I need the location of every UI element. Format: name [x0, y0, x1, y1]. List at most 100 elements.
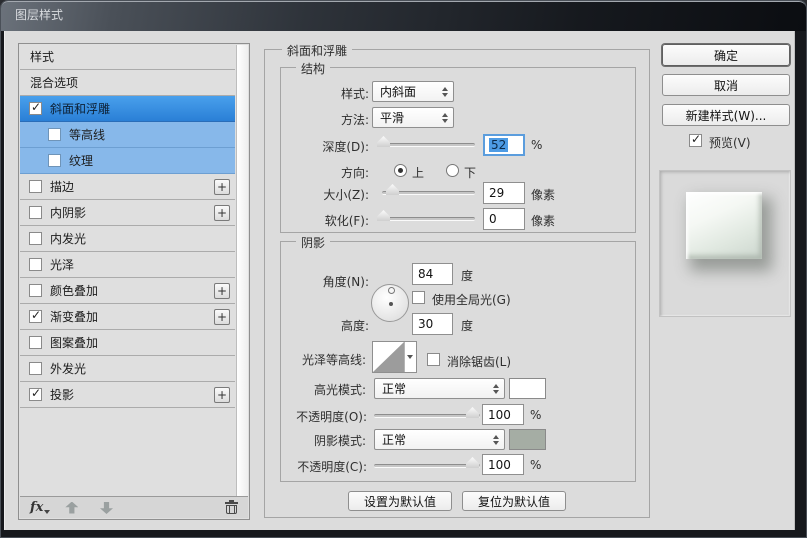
sidebar-item-label: 内阴影 — [50, 204, 86, 221]
depth-input[interactable]: 52 — [483, 134, 525, 156]
shadow-mode-value: 正常 — [382, 431, 406, 448]
sidebar-item-label: 外发光 — [50, 360, 86, 377]
plus-icon[interactable]: + — [214, 283, 230, 299]
title-bar[interactable]: 图层样式 — [1, 1, 806, 31]
checkbox-icon[interactable] — [48, 128, 61, 141]
sidebar-item-inner-shadow[interactable]: 内阴影 + — [20, 200, 235, 226]
cancel-button[interactable]: 取消 — [662, 74, 790, 96]
plus-icon[interactable]: + — [214, 309, 230, 325]
depth-unit: % — [531, 138, 542, 152]
antialias-checkbox[interactable] — [427, 353, 440, 366]
stepper-arrows-icon — [442, 113, 448, 123]
direction-up-radio[interactable] — [394, 164, 407, 177]
chevron-down-icon — [407, 355, 413, 359]
highlight-opacity-label: 不透明度(O): — [249, 408, 367, 425]
sidebar-item-bevel-emboss[interactable]: 斜面和浮雕 — [20, 96, 235, 122]
direction-down-radio[interactable] — [446, 164, 459, 177]
preview-panel — [659, 170, 791, 317]
shadow-opacity-value: 100 — [488, 458, 511, 472]
layer-style-dialog: 图层样式 样式 混合选项 斜面和浮雕 等高线 纹理 — [0, 0, 807, 538]
altitude-unit: 度 — [461, 317, 473, 334]
checkbox-icon[interactable] — [29, 284, 42, 297]
sidebar-item-styles[interactable]: 样式 — [20, 44, 235, 70]
fx-menu-icon[interactable]: fx — [30, 500, 43, 515]
sidebar-item-label: 图案叠加 — [50, 334, 98, 351]
size-input[interactable]: 29 — [483, 182, 525, 204]
checkbox-icon[interactable] — [29, 232, 42, 245]
delete-trash-icon[interactable] — [225, 500, 238, 514]
move-up-icon[interactable] — [65, 502, 78, 514]
soften-unit: 像素 — [531, 212, 555, 229]
angle-input[interactable]: 84 — [412, 263, 453, 285]
sidebar-item-drop-shadow[interactable]: 投影 + — [20, 382, 235, 408]
sidebar-item-pattern-overlay[interactable]: 图案叠加 — [20, 330, 235, 356]
preview-checkbox[interactable] — [689, 134, 702, 147]
sidebar-item-label: 纹理 — [69, 152, 93, 169]
technique-select[interactable]: 平滑 — [372, 107, 454, 128]
highlight-color-swatch[interactable] — [509, 378, 546, 399]
checkbox-icon[interactable] — [29, 180, 42, 193]
styles-list-scrollbar[interactable] — [236, 45, 248, 496]
highlight-mode-label: 高光模式: — [256, 381, 366, 398]
shadow-color-swatch[interactable] — [509, 429, 546, 450]
sidebar-item-contour[interactable]: 等高线 — [20, 122, 235, 148]
dialog-title: 图层样式 — [15, 8, 63, 22]
preview-label: 预览(V) — [709, 134, 751, 151]
direction-down-label: 下 — [464, 164, 476, 181]
shading-legend: 阴影 — [296, 234, 330, 251]
plus-icon[interactable]: + — [214, 205, 230, 221]
gloss-contour-picker[interactable] — [372, 341, 417, 373]
plus-icon[interactable]: + — [214, 387, 230, 403]
style-select[interactable]: 内斜面 — [372, 81, 454, 102]
soften-input[interactable]: 0 — [483, 208, 525, 230]
new-style-button[interactable]: 新建样式(W)... — [662, 104, 790, 126]
angle-dial[interactable] — [371, 284, 409, 322]
sidebar-item-stroke[interactable]: 描边 + — [20, 174, 235, 200]
global-light-checkbox[interactable] — [412, 291, 425, 304]
dial-center-dot — [389, 302, 393, 306]
checkbox-icon[interactable] — [29, 388, 42, 401]
dial-angle-marker[interactable] — [388, 287, 395, 294]
depth-value: 52 — [489, 138, 508, 152]
highlight-mode-value: 正常 — [382, 380, 406, 397]
reset-default-button[interactable]: 复位为默认值 — [462, 491, 566, 511]
highlight-opacity-input[interactable]: 100 — [482, 404, 524, 425]
panel-title: 斜面和浮雕 — [282, 42, 352, 59]
size-label: 大小(Z): — [259, 186, 369, 203]
soften-value: 0 — [489, 212, 497, 226]
structure-legend: 结构 — [296, 60, 330, 77]
checkbox-icon[interactable] — [48, 154, 61, 167]
move-down-icon[interactable] — [100, 502, 113, 514]
sidebar-item-label: 颜色叠加 — [50, 282, 98, 299]
sidebar-item-color-overlay[interactable]: 颜色叠加 + — [20, 278, 235, 304]
highlight-opacity-slider[interactable] — [374, 414, 480, 418]
make-default-button[interactable]: 设置为默认值 — [348, 491, 452, 511]
checkbox-icon[interactable] — [29, 102, 42, 115]
sidebar-item-blending-options[interactable]: 混合选项 — [20, 70, 235, 96]
highlight-mode-select[interactable]: 正常 — [374, 378, 505, 399]
sidebar-item-inner-glow[interactable]: 内发光 — [20, 226, 235, 252]
sidebar-item-label: 斜面和浮雕 — [50, 100, 110, 117]
checkbox-icon[interactable] — [29, 310, 42, 323]
shadow-mode-select[interactable]: 正常 — [374, 429, 505, 450]
gloss-contour-label: 光泽等高线: — [256, 351, 366, 368]
checkbox-icon[interactable] — [29, 206, 42, 219]
depth-slider[interactable] — [382, 143, 475, 147]
soften-slider[interactable] — [382, 217, 475, 221]
sidebar-item-label: 内发光 — [50, 230, 86, 247]
sidebar-item-texture[interactable]: 纹理 — [20, 148, 235, 174]
sidebar-item-gradient-overlay[interactable]: 渐变叠加 + — [20, 304, 235, 330]
altitude-label: 高度: — [259, 317, 369, 334]
checkbox-icon[interactable] — [29, 258, 42, 271]
shadow-opacity-input[interactable]: 100 — [482, 454, 524, 475]
shadow-opacity-slider[interactable] — [374, 464, 480, 468]
altitude-input[interactable]: 30 — [412, 313, 453, 335]
sidebar-item-satin[interactable]: 光泽 — [20, 252, 235, 278]
sidebar-item-outer-glow[interactable]: 外发光 — [20, 356, 235, 382]
checkbox-icon[interactable] — [29, 362, 42, 375]
global-light-label: 使用全局光(G) — [432, 291, 511, 308]
ok-button[interactable]: 确定 — [662, 44, 790, 66]
plus-icon[interactable]: + — [214, 179, 230, 195]
technique-value: 平滑 — [380, 109, 404, 126]
checkbox-icon[interactable] — [29, 336, 42, 349]
